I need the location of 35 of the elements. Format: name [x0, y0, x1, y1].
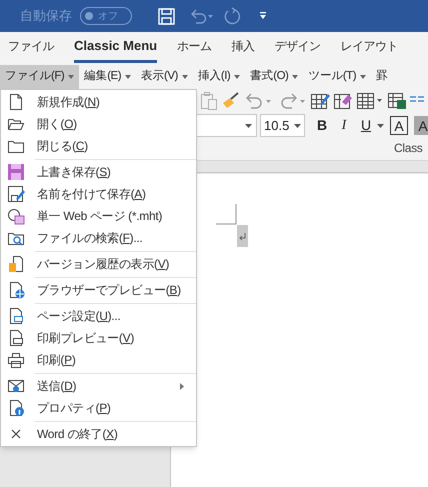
menu-item[interactable]: バージョン履歴の表示(V) — [1, 253, 196, 275]
menu-item[interactable]: 上書き保存(S) — [1, 161, 196, 183]
menu-item[interactable]: プロパティ(P) — [1, 397, 196, 419]
menu-bar-item[interactable]: 罫 — [371, 64, 393, 88]
menu-bar-item[interactable]: ファイル(F) — [0, 64, 80, 88]
menu-item[interactable]: 閉じる(C) — [1, 135, 196, 157]
menu-item[interactable]: Word の終了(X) — [1, 423, 196, 445]
menu-item[interactable]: 開く(O) — [1, 113, 196, 135]
ribbon-tab[interactable]: ファイル — [8, 34, 54, 63]
ribbon-tab[interactable]: 挿入 — [232, 34, 255, 63]
ribbon-tab[interactable]: デザイン — [274, 34, 321, 63]
menu-bar-item[interactable]: 表示(V) — [136, 64, 193, 88]
menu-item[interactable]: ファイルの検索(F)... — [1, 227, 196, 249]
menu-item[interactable]: ブラウザーでプレビュー(B) — [1, 279, 196, 301]
menu-bar-item[interactable]: 書式(O) — [245, 64, 304, 88]
italic-button[interactable]: I — [335, 115, 353, 136]
menu-item[interactable]: 印刷(P) — [1, 349, 196, 371]
menu-item[interactable]: 単一 Web ページ (*.mht) — [1, 205, 196, 227]
group-label: Class — [394, 140, 423, 157]
underline-button[interactable]: U — [357, 115, 375, 136]
menu-item[interactable]: ページ設定(U)... — [1, 305, 196, 327]
menu-item[interactable]: 名前を付けて保存(A) — [1, 183, 196, 205]
menu-bar-item[interactable]: ツール(T) — [303, 64, 372, 88]
character-shading-button[interactable]: A — [414, 116, 428, 135]
menu-item[interactable]: 新規作成(N) — [1, 91, 196, 113]
menu-bar-item[interactable]: 編集(E) — [79, 64, 136, 88]
menu-item[interactable]: 印刷プレビュー(V) — [1, 327, 196, 349]
bold-button[interactable]: B — [313, 115, 331, 136]
ribbon-tab[interactable]: ホーム — [177, 34, 212, 63]
ribbon-tab[interactable]: レイアウト — [340, 34, 398, 63]
menu-bar-item[interactable]: 挿入(I) — [192, 64, 246, 88]
autosave-label: 自動保存 — [20, 7, 72, 26]
font-size-field[interactable]: 10.5 — [260, 114, 305, 137]
menu-item[interactable]: 送信(D) — [1, 375, 196, 397]
character-border-button[interactable]: A — [390, 116, 408, 135]
